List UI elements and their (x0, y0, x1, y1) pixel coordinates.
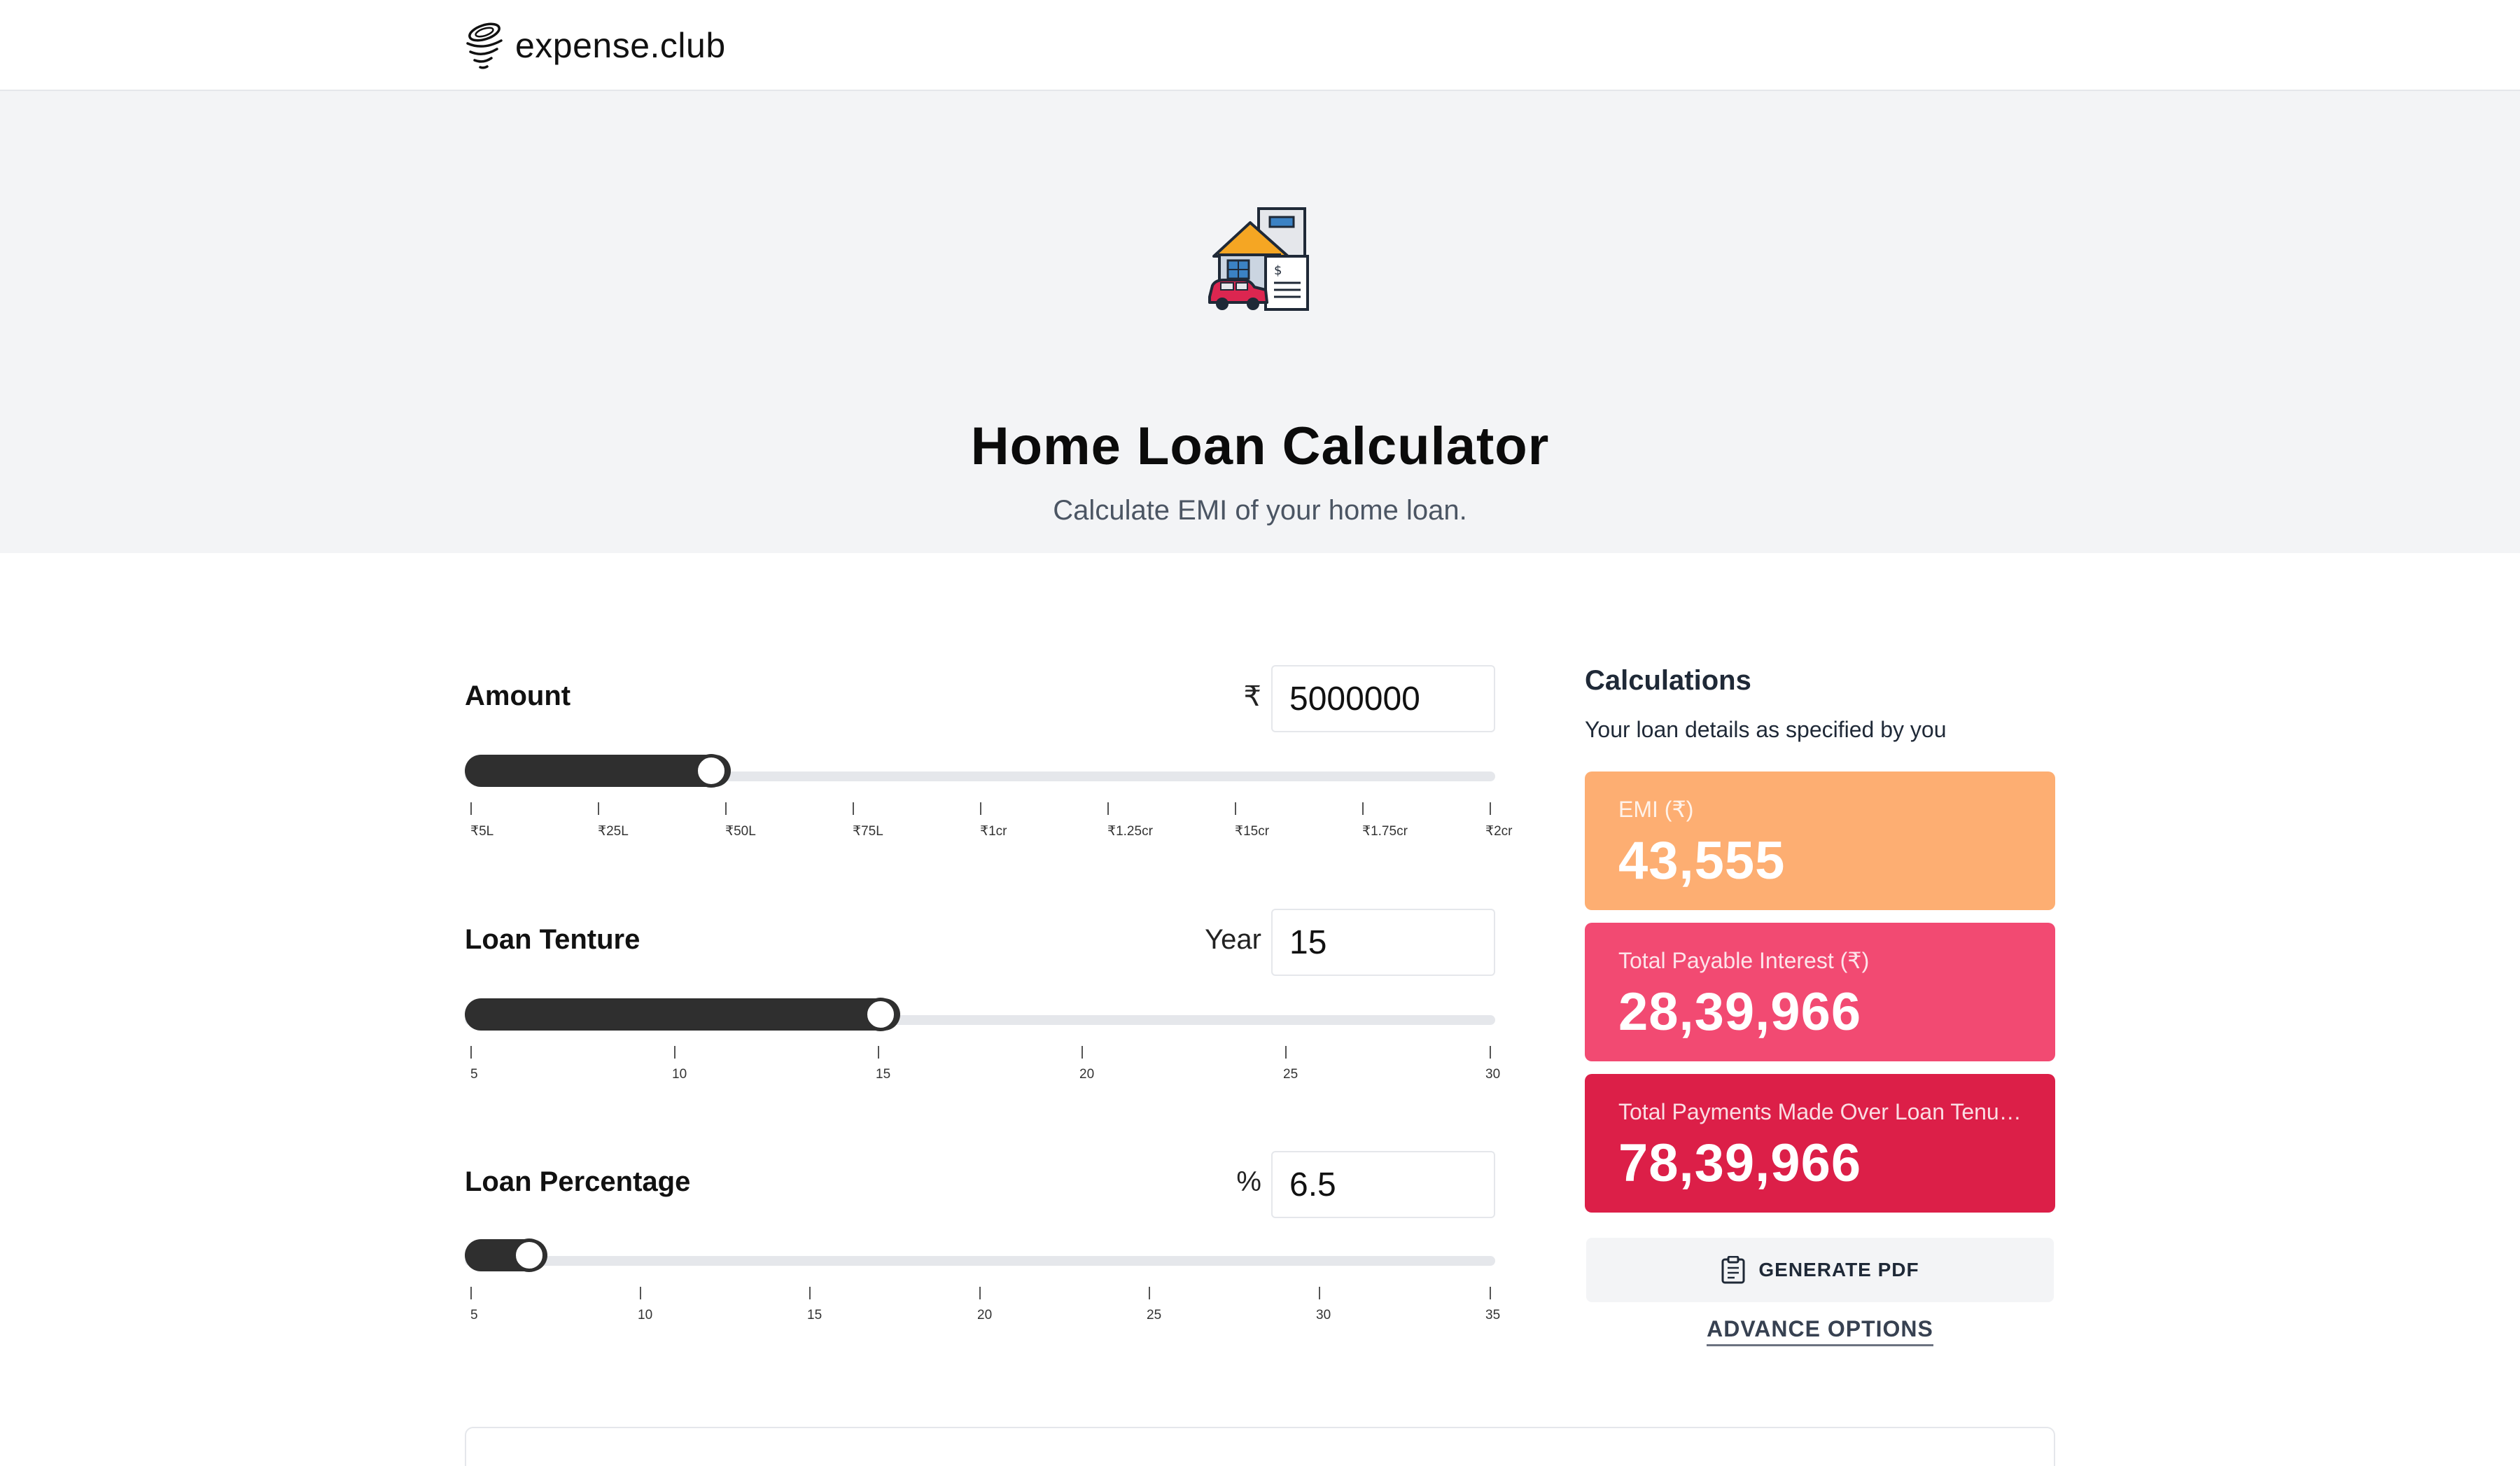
tenure-tick-label: 20 (1079, 1067, 1094, 1082)
tenure-slider-thumb[interactable] (864, 998, 897, 1031)
tenure-label: Loan Tenture (465, 924, 640, 956)
emi-value: 43,555 (1618, 829, 2022, 893)
details-panel (465, 1427, 2055, 1466)
total-interest-value: 28,39,966 (1618, 980, 2022, 1045)
brand-name: expense.club (515, 25, 726, 66)
tenure-slider-fill (465, 998, 900, 1031)
amount-tick-label: ₹15cr (1235, 823, 1269, 839)
tenure-tick-label: 30 (1485, 1067, 1500, 1082)
generate-pdf-button[interactable]: GENERATE PDF (1586, 1238, 2054, 1302)
total-payments-label: Total Payments Made Over Loan Tenure (₹) (1618, 1096, 2022, 1127)
svg-text:$: $ (1274, 263, 1282, 278)
advance-options-container: ADVANCE OPTIONS (1585, 1316, 2055, 1342)
percentage-tick-label: 25 (1147, 1308, 1161, 1323)
percentage-control: Loan Percentage % 5 10 15 20 25 30 35 (465, 1151, 1495, 1340)
percentage-tick-label: 10 (638, 1308, 652, 1323)
amount-tick-label: ₹25L (598, 823, 629, 839)
total-interest-card: Total Payable Interest (₹) 28,39,966 (1585, 923, 2055, 1061)
percentage-slider-track[interactable] (465, 1256, 1495, 1266)
amount-control: Amount ₹ ₹5L ₹25L ₹50L ₹75L ₹1cr ₹1.25cr… (465, 665, 1495, 854)
advance-options-link[interactable]: ADVANCE OPTIONS (1707, 1316, 1933, 1346)
emi-card: EMI (₹) 43,555 (1585, 772, 2055, 910)
hero-section: $ Home Loan Calculator Calculate EMI of … (0, 91, 2520, 553)
percentage-input[interactable] (1271, 1151, 1495, 1218)
calculations-subtitle: Your loan details as specified by you (1585, 717, 1946, 743)
top-navbar: expense.club (0, 0, 2520, 91)
brand-link[interactable]: expense.club (462, 20, 726, 71)
percentage-tick-label: 30 (1316, 1308, 1331, 1323)
tenure-tick-label: 10 (672, 1067, 687, 1082)
percentage-tick-label: 5 (470, 1308, 478, 1323)
generate-pdf-label: GENERATE PDF (1758, 1259, 1919, 1281)
tenure-tick-label: 25 (1283, 1067, 1298, 1082)
emi-label: EMI (₹) (1618, 794, 2022, 825)
amount-slider-thumb[interactable] (694, 754, 728, 788)
percentage-label: Loan Percentage (465, 1166, 690, 1198)
total-interest-label: Total Payable Interest (₹) (1618, 945, 2022, 976)
tenure-tick-label: 5 (470, 1067, 478, 1082)
tenure-unit: Year (1165, 924, 1261, 956)
calculations-title: Calculations (1585, 665, 1751, 697)
amount-unit: ₹ (1235, 680, 1261, 713)
amount-tick-label: ₹5L (470, 823, 493, 839)
amount-tick-label: ₹1.25cr (1107, 823, 1153, 839)
percentage-tick-label: 20 (977, 1308, 992, 1323)
amount-tick-label: ₹1.75cr (1362, 823, 1408, 839)
total-payments-card: Total Payments Made Over Loan Tenure (₹)… (1585, 1074, 2055, 1213)
page-title: Home Loan Calculator (0, 413, 2520, 480)
amount-label: Amount (465, 680, 570, 712)
tenure-control: Loan Tenture Year 5 10 15 20 25 30 (465, 909, 1495, 1098)
percentage-tick-label: 15 (807, 1308, 822, 1323)
total-payments-value: 78,39,966 (1618, 1131, 2022, 1196)
coin-stack-logo-icon (462, 20, 505, 71)
amount-tick-label: ₹1cr (980, 823, 1007, 839)
percentage-slider-thumb[interactable] (512, 1238, 546, 1272)
amount-input[interactable] (1271, 665, 1495, 732)
clipboard-document-icon (1721, 1256, 1746, 1284)
house-loan-illustration-icon: $ (1207, 207, 1312, 312)
tenure-tick-label: 15 (876, 1067, 890, 1082)
percentage-unit: % (1235, 1166, 1261, 1198)
page-subtitle: Calculate EMI of your home loan. (0, 491, 2520, 529)
tenure-input[interactable] (1271, 909, 1495, 976)
amount-tick-label: ₹2cr (1485, 823, 1512, 839)
amount-tick-label: ₹50L (725, 823, 756, 839)
amount-slider-fill (465, 755, 731, 787)
amount-tick-label: ₹75L (853, 823, 883, 839)
percentage-tick-label: 35 (1485, 1308, 1500, 1323)
